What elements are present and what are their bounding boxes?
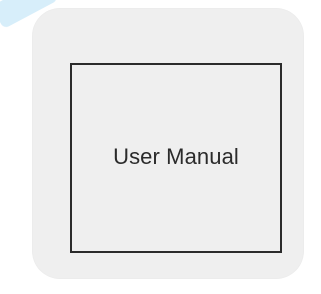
manual-document-frame[interactable]: User Manual	[70, 63, 282, 253]
manual-title: User Manual	[113, 144, 239, 169]
screen: User Manual	[0, 0, 321, 294]
